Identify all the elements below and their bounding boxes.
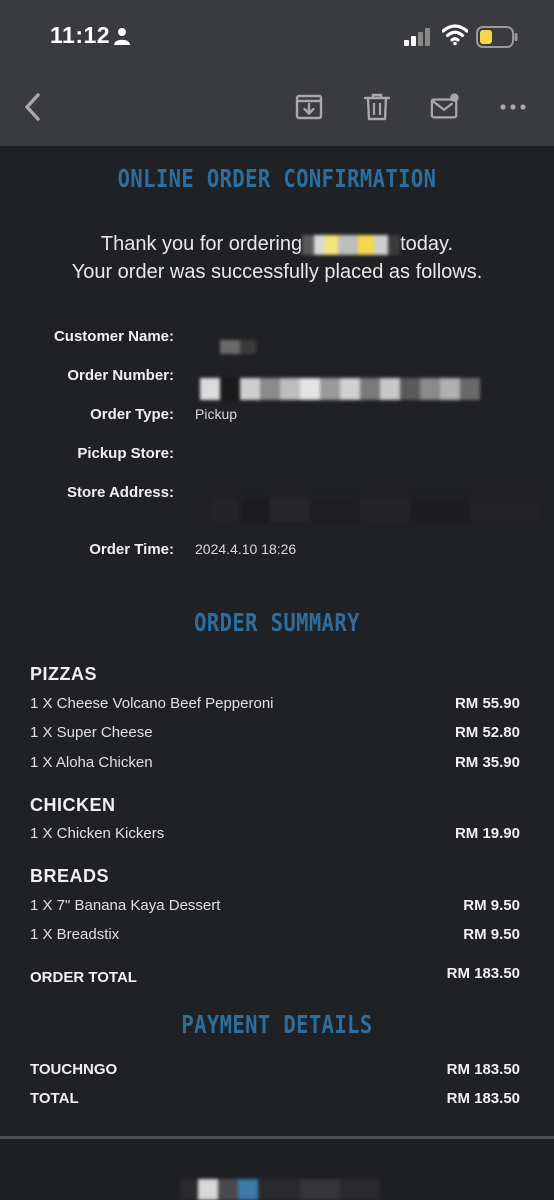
payment-method-label: TOUCHNGO (30, 1061, 118, 1078)
order-summary-heading: ORDER SUMMARY (194, 608, 360, 637)
payment-total-row: TOTAL RM 183.50 (30, 1090, 520, 1114)
payment-method-value: RM 183.50 (446, 1061, 520, 1078)
item-price: RM 52.80 (454, 724, 520, 741)
category-pizzas: PIZZAS (30, 664, 98, 684)
order-item-row: 1 X Cheese Volcano Beef Pepperoni RM 55.… (30, 695, 520, 717)
pickup-store-row: Pickup Store: (0, 445, 554, 469)
item-price: RM 19.90 (454, 825, 520, 842)
order-total-value: RM 183.50 (446, 965, 520, 982)
category-breads: BREADS (30, 866, 110, 886)
customer-name-label: Customer Name: (53, 328, 174, 345)
archive-icon[interactable] (294, 92, 324, 122)
order-time-label: Order Time: (89, 541, 174, 558)
category-chicken: CHICKEN (30, 795, 116, 815)
redacted-store-name (302, 234, 401, 255)
payment-total-label: TOTAL (30, 1090, 79, 1107)
item-price: RM 9.50 (463, 897, 520, 914)
item-price: RM 9.50 (463, 926, 520, 943)
order-item-row: 1 X Chicken Kickers RM 19.90 (30, 825, 520, 847)
thank-you-message: Thank you for ordering today. Your order … (0, 230, 554, 286)
battery-icon (476, 26, 518, 48)
wifi-icon (442, 24, 468, 46)
order-number-label: Order Number: (67, 367, 174, 384)
person-icon (114, 28, 130, 45)
payment-details-heading: PAYMENT DETAILS (181, 1010, 373, 1039)
thanks-suffix: today. (400, 233, 454, 255)
customer-name-row: Customer Name: (0, 328, 554, 352)
mail-unread-icon[interactable] (430, 92, 460, 122)
item-price: RM 35.90 (454, 754, 520, 771)
order-type-row: Order Type: Pickup (0, 406, 554, 430)
order-type-label: Order Type: (90, 406, 174, 423)
pickup-store-label: Pickup Store: (77, 445, 174, 462)
item-name: 1 X Super Cheese (30, 724, 153, 741)
redacted-store-address (210, 498, 540, 522)
item-name: 1 X 7" Banana Kaya Dessert (30, 897, 221, 914)
payment-total-value: RM 183.50 (446, 1090, 520, 1107)
item-name: 1 X Cheese Volcano Beef Pepperoni (30, 695, 274, 712)
store-address-label: Store Address: (67, 484, 174, 501)
order-time-value: 2024.4.10 18:26 (195, 541, 297, 557)
confirmation-heading: ONLINE ORDER CONFIRMATION (117, 164, 437, 193)
order-item-row: 1 X Super Cheese RM 52.80 (30, 724, 520, 746)
order-total-row: ORDER TOTAL RM 183.50 (30, 965, 520, 993)
redacted-order-number (200, 378, 480, 400)
cellular-signal-icon (404, 28, 430, 46)
redacted-customer-name (220, 340, 256, 354)
order-item-row: 1 X 7" Banana Kaya Dessert RM 9.50 (30, 897, 520, 919)
payment-method-row: TOUCHNGO RM 183.50 (30, 1061, 520, 1085)
item-name: 1 X Aloha Chicken (30, 754, 153, 771)
email-toolbar (0, 70, 554, 146)
thanks-prefix: Thank you for ordering (100, 233, 303, 255)
email-body: ONLINE ORDER CONFIRMATION Thank you for … (0, 146, 554, 1136)
order-item-row: 1 X Aloha Chicken RM 35.90 (30, 754, 520, 776)
item-name: 1 X Breadstix (30, 926, 120, 943)
email-footer (0, 1139, 554, 1200)
thanks-line2: Your order was successfully placed as fo… (71, 261, 483, 283)
order-total-label: ORDER TOTAL (30, 969, 137, 986)
trash-icon[interactable] (362, 92, 392, 122)
more-icon[interactable] (498, 92, 528, 122)
status-time: 11:12 (50, 22, 111, 48)
item-price: RM 55.90 (454, 695, 520, 712)
back-icon[interactable] (20, 92, 50, 122)
status-bar: 11:12 (0, 0, 554, 70)
order-item-row: 1 X Breadstix RM 9.50 (30, 926, 520, 948)
item-name: 1 X Chicken Kickers (30, 825, 165, 842)
redacted-footer-logo (180, 1179, 380, 1200)
order-type-value: Pickup (195, 406, 238, 422)
order-time-row: Order Time: 2024.4.10 18:26 (0, 541, 554, 565)
email-screen: 11:12 ONLINE ORDER CONFIRMATION Thank yo… (0, 0, 554, 1200)
